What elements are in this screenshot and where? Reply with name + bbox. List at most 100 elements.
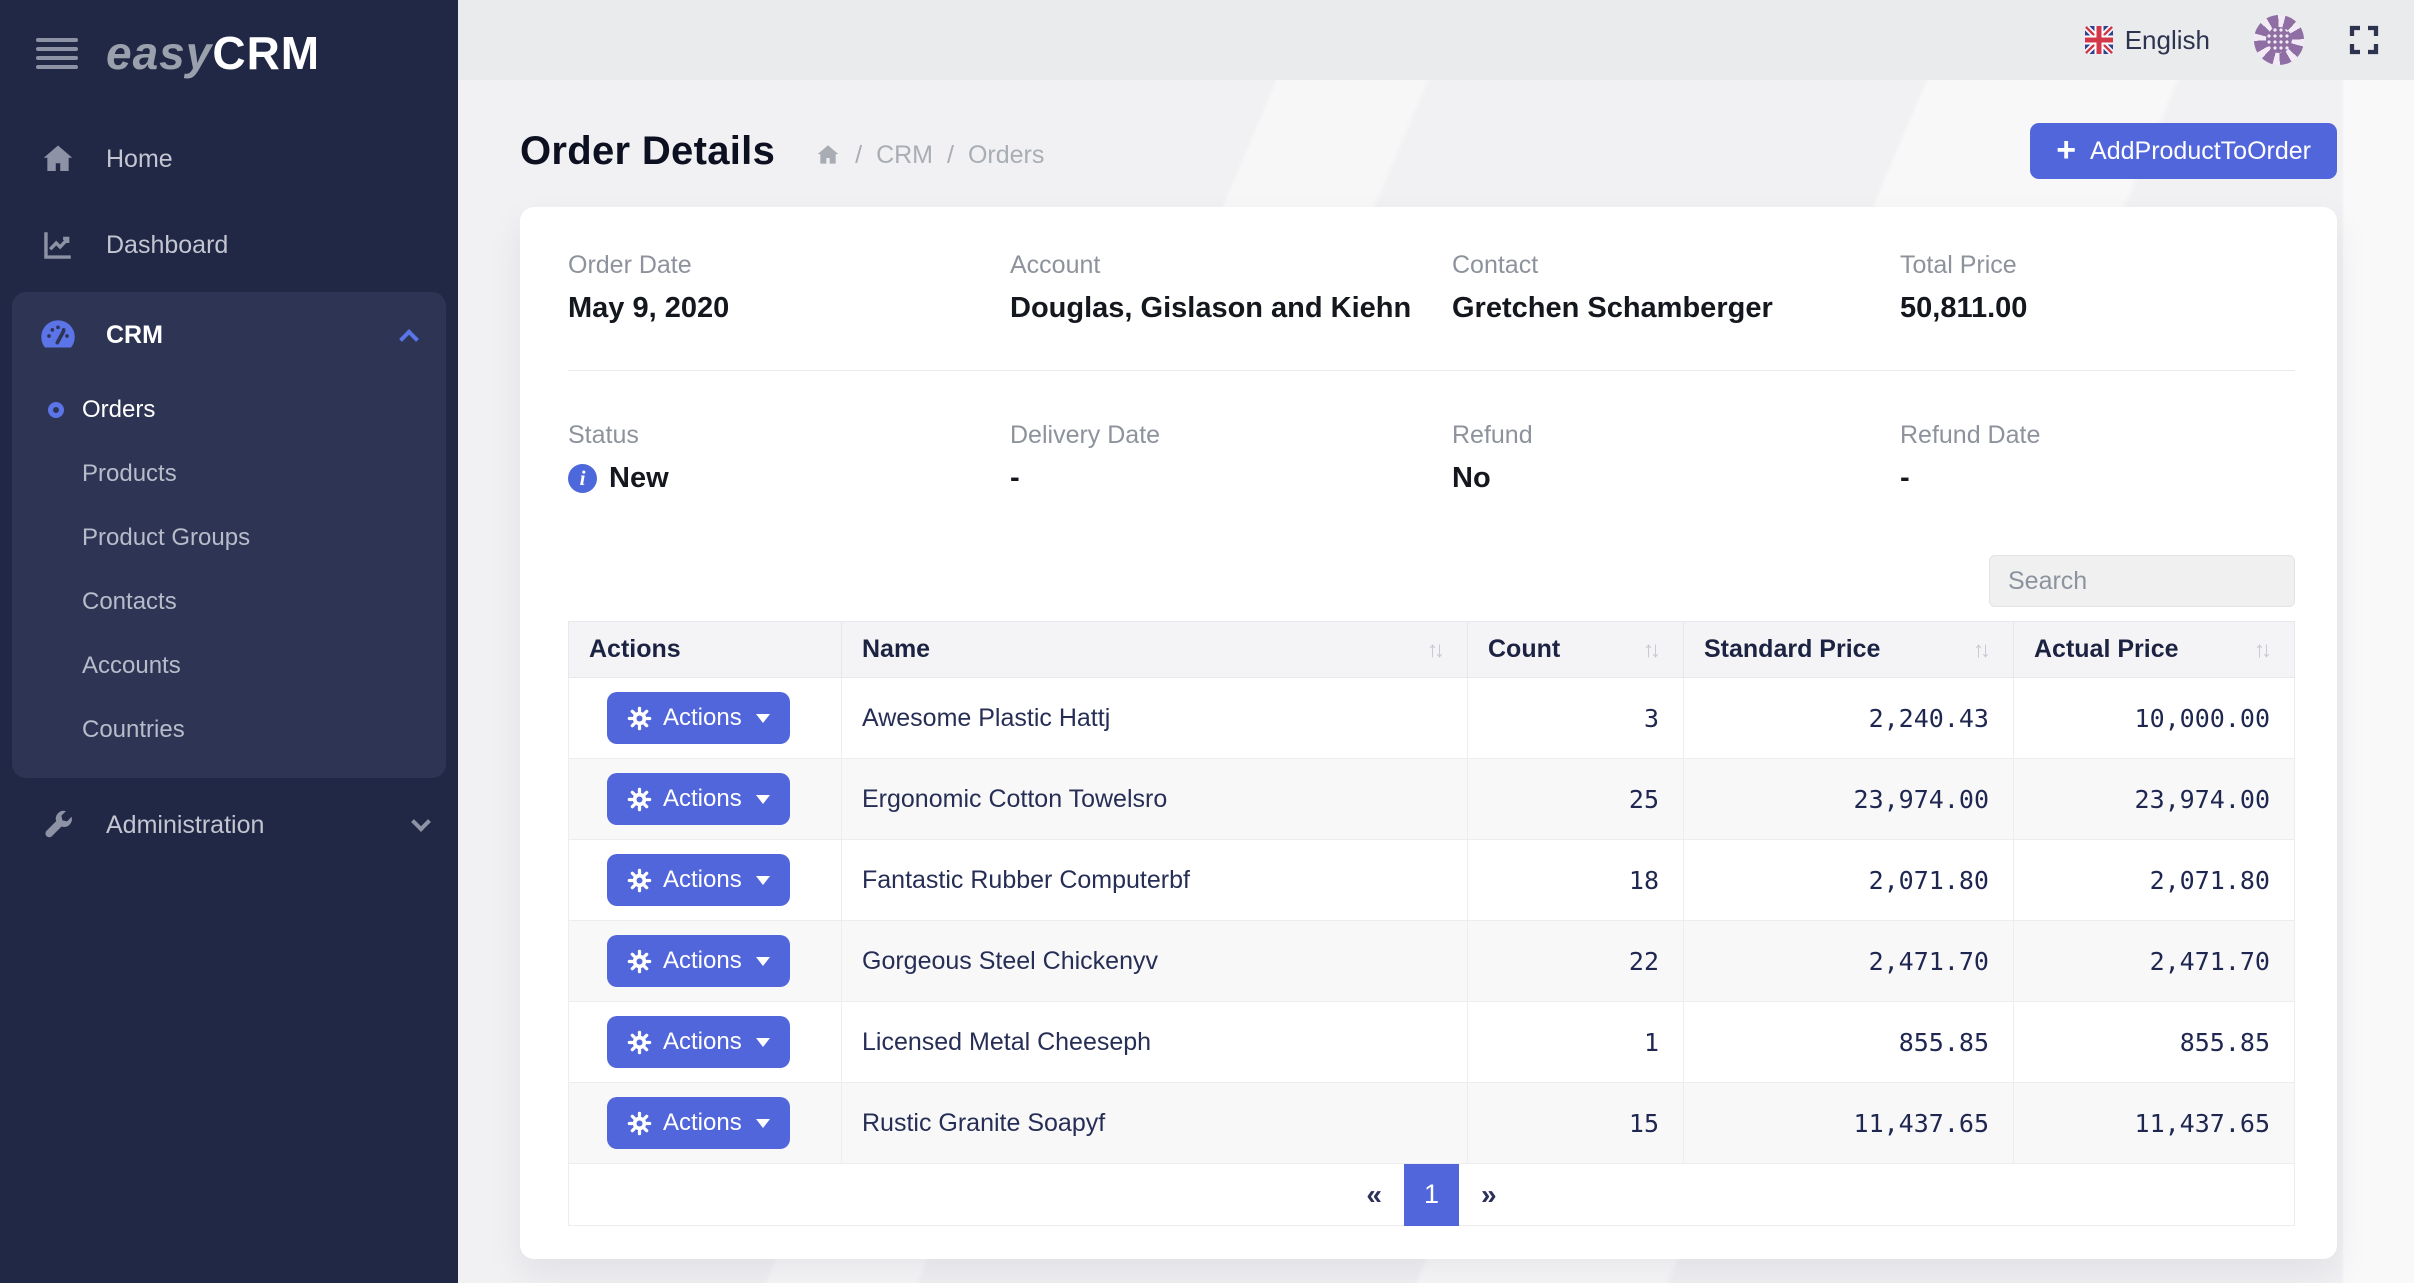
cell-count: 22: [1468, 921, 1684, 1002]
column-header-actions: Actions: [569, 622, 842, 678]
chevron-up-icon: [399, 329, 419, 349]
pagination-prev[interactable]: «: [1344, 1179, 1404, 1211]
sidebar-item-crm[interactable]: CRM: [12, 292, 446, 378]
sort-icon: ↑↓: [1643, 637, 1661, 663]
table-header-row: Actions Name↑↓ Count↑↓ Standard Price↑↓ …: [569, 622, 2295, 678]
app-root: easyCRM Home Dashboard: [0, 0, 2414, 1283]
sidebar-item-label: Administration: [106, 811, 264, 840]
sort-icon: ↑↓: [1427, 637, 1445, 663]
sidebar-item-home[interactable]: Home: [0, 116, 458, 202]
page-header: Order Details / CRM / Orders + AddProduc…: [520, 120, 2337, 182]
add-button-label: AddProductToOrder: [2090, 137, 2311, 166]
app-logo[interactable]: easyCRM: [106, 30, 320, 76]
cell-count: 18: [1468, 840, 1684, 921]
order-info-row-1: Order Date May 9, 2020 Account Douglas, …: [568, 251, 2295, 325]
field-account: Account Douglas, Gislason and Kiehn: [1010, 251, 1452, 325]
caret-down-icon: [756, 876, 770, 885]
sidebar-item-orders[interactable]: Orders: [12, 378, 446, 442]
sidebar-group-crm: CRM Orders Products Product Groups: [12, 292, 446, 778]
breadcrumb: / CRM / Orders: [815, 133, 1044, 170]
table-row: Actions Rustic Granite Soapyf 15 11,437.…: [569, 1083, 2295, 1164]
sidebar-item-accounts[interactable]: Accounts: [12, 634, 446, 698]
field-value: -: [1900, 462, 2295, 495]
sidebar-item-label: Countries: [82, 716, 185, 744]
table-row: Actions Licensed Metal Cheeseph 1 855.85…: [569, 1002, 2295, 1083]
row-actions-button[interactable]: Actions: [607, 935, 790, 987]
pagination-page-1[interactable]: 1: [1404, 1164, 1459, 1226]
sort-icon: ↑↓: [1973, 637, 1991, 663]
row-actions-button[interactable]: Actions: [607, 773, 790, 825]
actions-button-label: Actions: [663, 1028, 742, 1056]
sidebar: easyCRM Home Dashboard: [0, 0, 458, 1283]
fullscreen-button[interactable]: [2348, 24, 2380, 56]
sidebar-item-label: Home: [106, 145, 173, 174]
sidebar-item-countries[interactable]: Countries: [12, 698, 446, 762]
row-actions-button[interactable]: Actions: [607, 854, 790, 906]
field-value: Gretchen Schamberger: [1452, 292, 1900, 325]
column-header-count[interactable]: Count↑↓: [1468, 622, 1684, 678]
sidebar-item-label: Dashboard: [106, 231, 228, 260]
sidebar-item-product-groups[interactable]: Product Groups: [12, 506, 446, 570]
menu-toggle-icon[interactable]: [36, 38, 78, 69]
topbar: English: [458, 0, 2414, 80]
field-label: Status: [568, 421, 1010, 450]
page-content: Order Details / CRM / Orders + AddProduc…: [458, 80, 2414, 1283]
sidebar-item-contacts[interactable]: Contacts: [12, 570, 446, 634]
breadcrumb-home-icon[interactable]: [815, 142, 841, 168]
cell-actual-price: 2,071.80: [2014, 840, 2295, 921]
field-delivery-date: Delivery Date -: [1010, 421, 1452, 495]
sidebar-item-administration[interactable]: Administration: [0, 782, 458, 868]
actions-button-label: Actions: [663, 1109, 742, 1137]
sidebar-item-label: Orders: [82, 396, 155, 424]
page-title: Order Details: [520, 129, 775, 174]
field-refund: Refund No: [1452, 421, 1900, 495]
cell-actions: Actions: [569, 1083, 842, 1164]
cell-actions: Actions: [569, 678, 842, 759]
actions-button-label: Actions: [663, 704, 742, 732]
search-input[interactable]: [1989, 555, 2295, 607]
sidebar-item-label: CRM: [106, 321, 163, 350]
chart-line-icon: [38, 228, 78, 262]
pagination-next[interactable]: »: [1459, 1179, 1519, 1211]
caret-down-icon: [756, 795, 770, 804]
table-row: Actions Fantastic Rubber Computerbf 18 2…: [569, 840, 2295, 921]
column-header-actual-price[interactable]: Actual Price↑↓: [2014, 622, 2295, 678]
info-icon[interactable]: i: [568, 464, 597, 493]
cell-name: Fantastic Rubber Computerbf: [842, 840, 1468, 921]
add-product-to-order-button[interactable]: + AddProductToOrder: [2030, 123, 2337, 179]
field-value: i New: [568, 462, 1010, 495]
field-label: Refund: [1452, 421, 1900, 450]
breadcrumb-link-orders[interactable]: Orders: [968, 141, 1044, 170]
cell-actual-price: 10,000.00: [2014, 678, 2295, 759]
sidebar-item-products[interactable]: Products: [12, 442, 446, 506]
order-info-row-2: Status i New Delivery Date - Refund No: [568, 421, 2295, 495]
cell-name: Licensed Metal Cheeseph: [842, 1002, 1468, 1083]
row-actions-button[interactable]: Actions: [607, 1097, 790, 1149]
caret-down-icon: [756, 957, 770, 966]
row-actions-button[interactable]: Actions: [607, 1016, 790, 1068]
language-selector[interactable]: English: [2085, 25, 2210, 56]
sidebar-nav: Home Dashboard: [0, 98, 458, 868]
cell-standard-price: 2,240.43: [1684, 678, 2014, 759]
cell-count: 25: [1468, 759, 1684, 840]
field-label: Account: [1010, 251, 1452, 280]
cell-standard-price: 2,071.80: [1684, 840, 2014, 921]
gear-icon: [627, 1111, 652, 1136]
sort-icon: ↑↓: [2254, 637, 2272, 663]
gear-icon: [627, 868, 652, 893]
field-status: Status i New: [568, 421, 1010, 495]
sidebar-item-dashboard[interactable]: Dashboard: [0, 202, 458, 288]
logo-text-crm: CRM: [212, 27, 320, 79]
avatar[interactable]: [2254, 15, 2304, 65]
row-actions-button[interactable]: Actions: [607, 692, 790, 744]
cell-standard-price: 2,471.70: [1684, 921, 2014, 1002]
sidebar-item-label: Product Groups: [82, 524, 250, 552]
table-row: Actions Gorgeous Steel Chickenyv 22 2,47…: [569, 921, 2295, 1002]
column-header-name[interactable]: Name↑↓: [842, 622, 1468, 678]
column-header-standard-price[interactable]: Standard Price↑↓: [1684, 622, 2014, 678]
field-label: Order Date: [568, 251, 1010, 280]
field-order-date: Order Date May 9, 2020: [568, 251, 1010, 325]
breadcrumb-link-crm[interactable]: CRM: [876, 141, 933, 170]
field-label: Total Price: [1900, 251, 2295, 280]
fullscreen-icon: [2348, 24, 2380, 56]
